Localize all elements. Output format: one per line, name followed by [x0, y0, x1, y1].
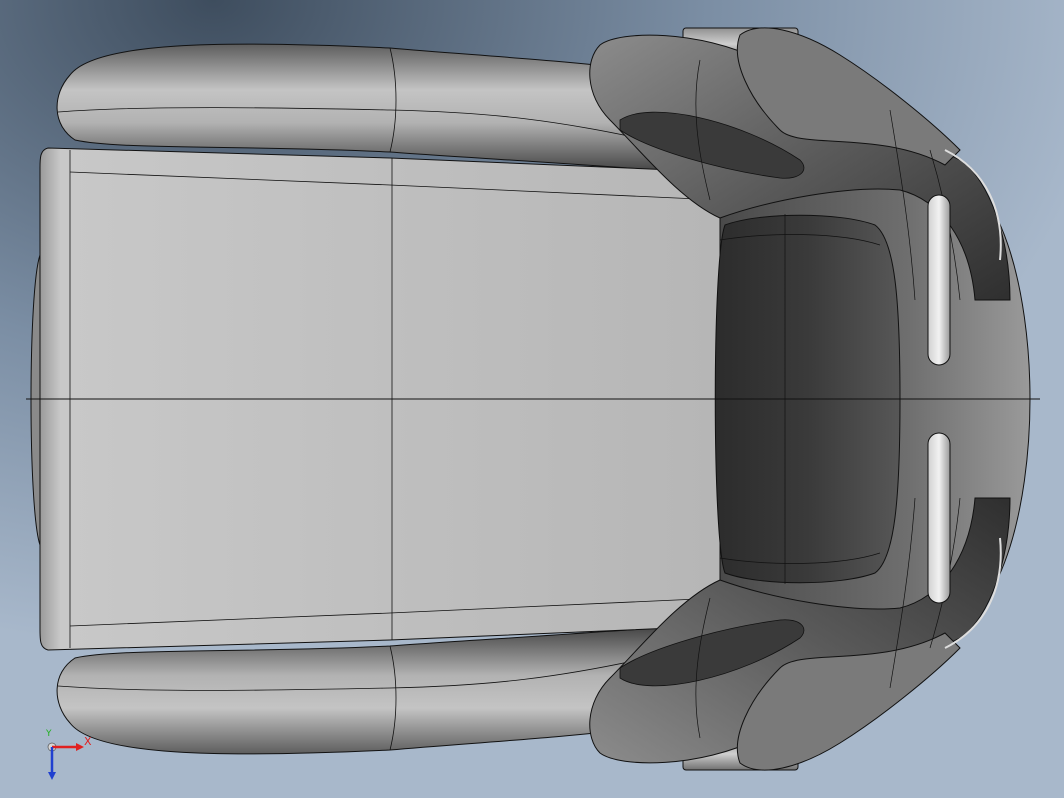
triad-x-arrow: [76, 743, 84, 751]
triad-x-label: X: [84, 735, 92, 748]
triad-y-label: Y: [46, 729, 52, 739]
graphics-viewport[interactable]: X Y: [0, 0, 1064, 798]
upper-harness-slot[interactable]: [927, 194, 951, 366]
reference-triad[interactable]: [47, 742, 84, 780]
seat-model[interactable]: [0, 0, 1064, 798]
triad-z-arrow: [48, 772, 56, 780]
lower-harness-slot[interactable]: [927, 432, 951, 604]
